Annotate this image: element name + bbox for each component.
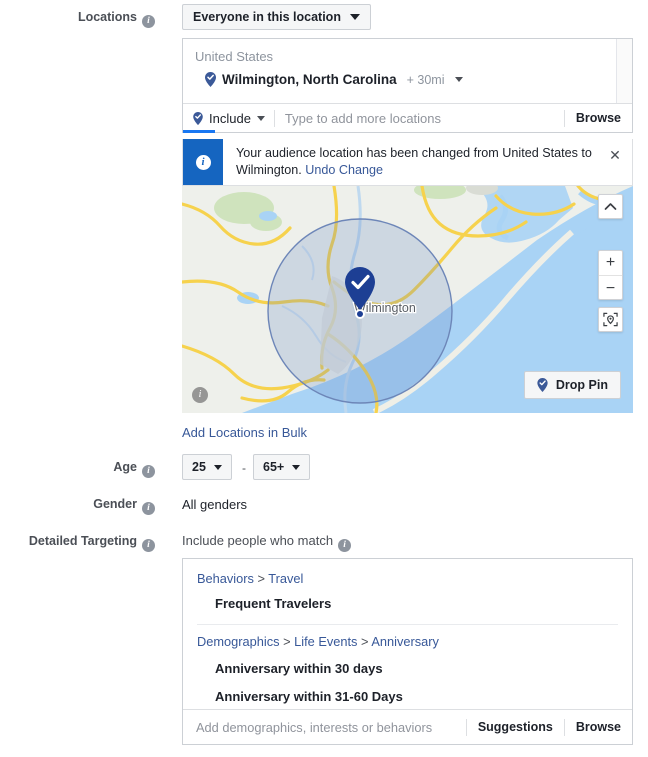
locations-label: Locations i <box>0 10 155 28</box>
map-zoom-in-button[interactable]: + <box>599 251 622 276</box>
detailed-targeting-panel: Behaviors > Travel Frequent Travelers De… <box>182 558 633 745</box>
detailed-targeting-input-row: Add demographics, interests or behaviors… <box>183 709 632 744</box>
undo-change-link[interactable]: Undo Change <box>305 163 383 177</box>
gender-info-icon[interactable]: i <box>142 502 155 515</box>
include-people-info-icon[interactable]: i <box>338 539 352 552</box>
detailed-targeting-info-icon[interactable]: i <box>142 539 155 552</box>
locations-input-row: Include Type to add more locations Brows… <box>183 103 632 133</box>
detailed-targeting-list: Behaviors > Travel Frequent Travelers De… <box>183 559 632 711</box>
path-segment[interactable]: Demographics <box>197 634 280 649</box>
detailed-targeting-subtitle: Include people who match i <box>182 533 352 552</box>
locations-info-icon[interactable]: i <box>142 15 155 28</box>
path-segment[interactable]: Travel <box>268 571 303 586</box>
map-collapse-button[interactable] <box>598 194 623 219</box>
map-locate-button[interactable] <box>598 307 623 332</box>
targeting-item[interactable]: Anniversary within 31-60 Days <box>183 683 632 711</box>
location-audience-type-value: Everyone in this location <box>193 10 341 24</box>
locations-scrollbar[interactable] <box>616 39 632 103</box>
location-country-group: United States <box>195 49 274 64</box>
age-max-value: 65+ <box>263 460 285 474</box>
targeting-item[interactable]: Frequent Travelers <box>183 592 632 616</box>
path-segment[interactable]: Behaviors <box>197 571 254 586</box>
location-radius-value: + 30mi <box>406 72 445 87</box>
map-zoom-out-button[interactable]: − <box>599 276 622 301</box>
location-change-banner: i Your audience location has been change… <box>182 139 633 186</box>
locate-target-icon <box>603 312 618 327</box>
path-segment[interactable]: Anniversary <box>371 634 439 649</box>
include-label: Include <box>209 110 251 126</box>
map-pin-check-icon <box>193 111 203 125</box>
radius-chevron-down-icon[interactable] <box>454 77 463 82</box>
path-segment[interactable]: Life Events <box>294 634 357 649</box>
info-circle-icon: i <box>183 139 223 185</box>
location-map[interactable]: Wilmington + − Drop Pin i <box>182 186 633 413</box>
chevron-down-icon <box>213 464 222 470</box>
age-label: Age i <box>0 460 155 478</box>
locations-panel: United States Wilmington, North Carolina… <box>182 38 633 133</box>
chevron-down-icon <box>292 464 301 470</box>
include-exclude-select[interactable]: Include <box>183 111 274 126</box>
chevron-down-icon <box>256 115 265 121</box>
divider <box>197 624 618 625</box>
targeting-group-path: Demographics > Life Events > Anniversary <box>197 634 439 649</box>
suggestions-button[interactable]: Suggestions <box>467 720 564 734</box>
map-zoom-controls[interactable]: + − <box>598 250 623 300</box>
gender-label: Gender i <box>0 497 155 515</box>
location-list-item[interactable]: Wilmington, North Carolina + 30mi <box>183 72 632 87</box>
banner-text: Your audience location has been changed … <box>223 139 598 185</box>
locations-browse-button[interactable]: Browse <box>565 111 632 125</box>
targeting-group-path: Behaviors > Travel <box>197 571 304 586</box>
age-info-icon[interactable]: i <box>142 465 155 478</box>
location-name: Wilmington, North Carolina <box>222 72 397 87</box>
age-min-value: 25 <box>192 460 206 474</box>
targeting-item[interactable]: Anniversary within 30 days <box>183 655 632 683</box>
location-audience-type-select[interactable]: Everyone in this location <box>182 4 371 30</box>
map-attribution-info-icon[interactable]: i <box>192 387 208 403</box>
chevron-down-icon <box>349 14 360 20</box>
age-max-select[interactable]: 65+ <box>253 454 311 480</box>
add-locations-in-bulk-link[interactable]: Add Locations in Bulk <box>182 425 307 440</box>
map-pin-check-icon <box>537 378 548 392</box>
locations-search-input[interactable]: Type to add more locations <box>275 111 564 126</box>
gender-value[interactable]: All genders <box>182 497 247 512</box>
detailed-targeting-browse-button[interactable]: Browse <box>565 720 632 734</box>
locations-list: United States Wilmington, North Carolina… <box>183 39 632 103</box>
ad-targeting-form: Locations i Everyone in this location Uni… <box>0 0 648 757</box>
drop-pin-button[interactable]: Drop Pin <box>523 371 621 399</box>
detailed-targeting-search-input[interactable]: Add demographics, interests or behaviors <box>183 720 466 735</box>
active-indicator <box>183 130 215 133</box>
drop-pin-label: Drop Pin <box>555 378 608 392</box>
age-min-select[interactable]: 25 <box>182 454 232 480</box>
close-icon[interactable]: ✕ <box>598 139 632 185</box>
chevron-up-icon <box>604 203 617 210</box>
map-pin-check-icon <box>205 72 216 87</box>
age-range-separator: - <box>242 461 246 475</box>
detailed-targeting-label: Detailed Targeting i <box>0 534 155 552</box>
banner-message: Your audience location has been changed … <box>236 146 592 177</box>
